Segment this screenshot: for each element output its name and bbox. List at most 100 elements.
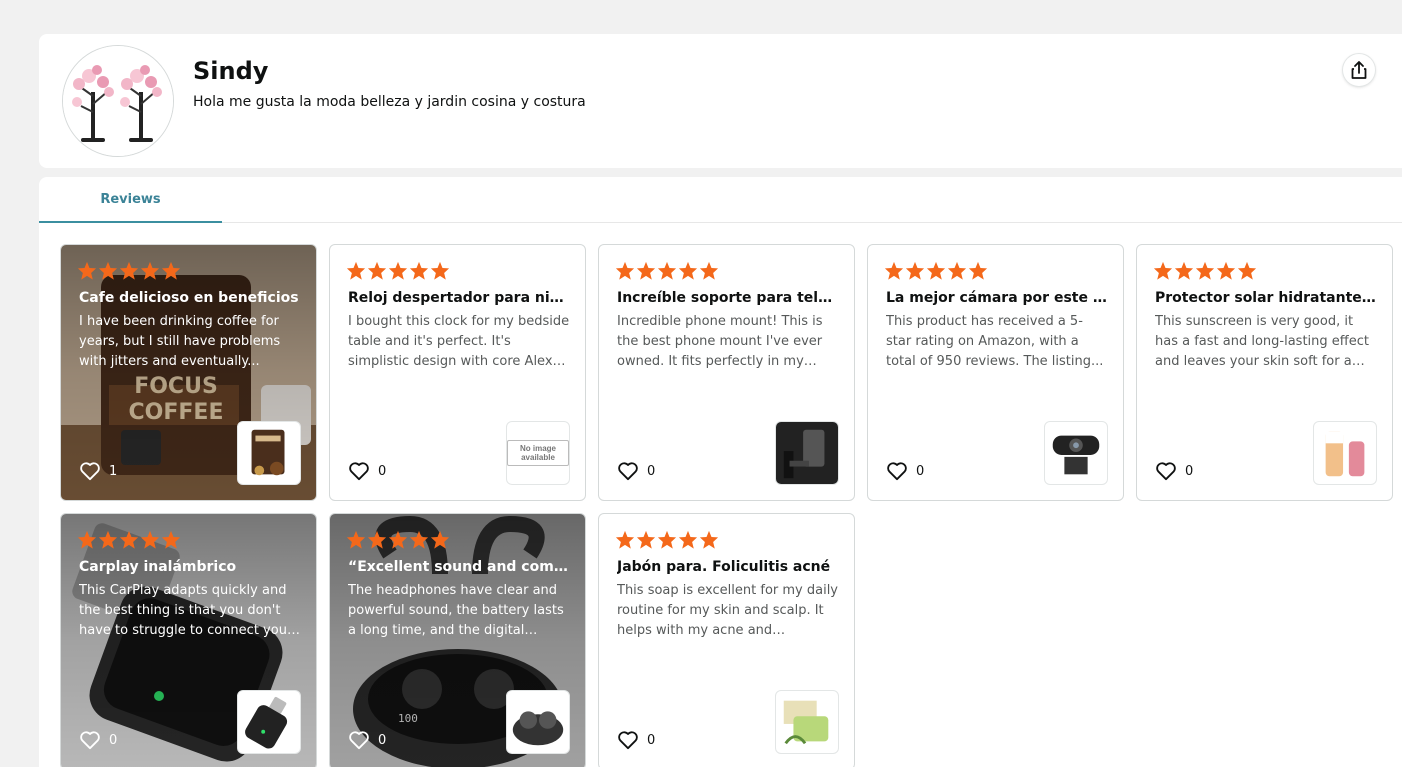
like-count: 0	[378, 732, 387, 748]
star-rating	[884, 261, 988, 280]
star-icon	[947, 261, 967, 280]
review-card[interactable]: Increíble soporte para teléfono Incredibl…	[598, 244, 855, 501]
review-card[interactable]: Reloj despertador para niños I bought thi…	[329, 244, 586, 501]
product-thumbnail[interactable]	[775, 421, 839, 485]
star-icon	[1174, 261, 1194, 280]
star-icon	[388, 530, 408, 549]
no-image-placeholder: No image available	[507, 440, 569, 466]
star-icon	[884, 261, 904, 280]
star-icon	[968, 261, 988, 280]
star-icon	[678, 261, 698, 280]
star-icon	[77, 530, 97, 549]
heart-icon	[618, 462, 638, 481]
like-button[interactable]: 0	[617, 461, 655, 481]
star-rating	[615, 261, 719, 280]
heart-icon	[887, 462, 907, 481]
review-card[interactable]: FOCUS COFFEE Cafe delicioso en beneficio…	[60, 244, 317, 501]
tab-bar: Reviews	[39, 177, 1402, 223]
star-icon	[615, 530, 635, 549]
heart-icon	[1156, 462, 1176, 481]
review-body: The headphones have clear and powerful s…	[348, 583, 564, 638]
star-icon	[699, 530, 719, 549]
product-thumbnail[interactable]	[237, 690, 301, 754]
star-icon	[657, 261, 677, 280]
review-card[interactable]: Protector solar hidratante para la piel T…	[1136, 244, 1393, 501]
like-count: 0	[916, 463, 925, 479]
star-rating	[77, 530, 181, 549]
star-icon	[140, 261, 160, 280]
review-title: “Excellent sound and comfort”	[348, 559, 570, 575]
review-body: Incredible phone mount! This is the best…	[617, 314, 823, 369]
like-button[interactable]: 0	[1155, 461, 1193, 481]
star-icon	[98, 261, 118, 280]
star-icon	[346, 261, 366, 280]
review-title: Protector solar hidratante para la piel	[1155, 290, 1377, 306]
star-icon	[409, 261, 429, 280]
product-thumbnail[interactable]	[506, 690, 570, 754]
star-icon	[926, 261, 946, 280]
review-card[interactable]: La mejor cámara por este precio This prod…	[867, 244, 1124, 501]
like-button[interactable]: 0	[79, 730, 117, 750]
review-title: Cafe delicioso en beneficios	[79, 290, 299, 306]
like-button[interactable]: 0	[348, 730, 386, 750]
review-card[interactable]: Carplay inalámbrico This CarPlay adapts q…	[60, 513, 317, 767]
like-button[interactable]: 0	[617, 730, 655, 750]
review-title: La mejor cámara por este precio	[886, 290, 1108, 306]
review-body: I have been drinking coffee for years, b…	[79, 314, 281, 369]
star-icon	[636, 261, 656, 280]
star-icon	[409, 530, 429, 549]
like-button[interactable]: 1	[79, 461, 117, 481]
review-title: Jabón para. Foliculitis acné	[617, 559, 831, 575]
star-icon	[905, 261, 925, 280]
share-icon	[1351, 61, 1367, 79]
review-body: This soap is excellent for my daily rout…	[617, 583, 838, 638]
review-card[interactable]: Jabón para. Foliculitis acné This soap is…	[598, 513, 855, 767]
product-thumbnail[interactable]	[237, 421, 301, 485]
like-button[interactable]: 0	[886, 461, 924, 481]
share-button[interactable]	[1343, 54, 1375, 86]
star-icon	[140, 530, 160, 549]
star-icon	[98, 530, 118, 549]
like-count: 0	[647, 463, 656, 479]
star-icon	[119, 261, 139, 280]
star-icon	[161, 530, 181, 549]
like-count: 0	[1185, 463, 1194, 479]
review-body: This product has received a 5-star ratin…	[886, 314, 1104, 369]
star-icon	[657, 530, 677, 549]
product-thumbnail[interactable]: No image available	[506, 421, 570, 485]
star-icon	[1153, 261, 1173, 280]
profile-name: Sindy	[193, 57, 269, 85]
product-thumbnail[interactable]	[1044, 421, 1108, 485]
star-icon	[699, 261, 719, 280]
like-count: 0	[109, 732, 118, 748]
star-icon	[678, 530, 698, 549]
product-thumbnail[interactable]	[775, 690, 839, 754]
star-icon	[161, 261, 181, 280]
review-title: Increíble soporte para teléfono	[617, 290, 839, 306]
heart-icon	[80, 731, 100, 750]
star-icon	[430, 530, 450, 549]
star-icon	[1216, 261, 1236, 280]
tab-reviews[interactable]: Reviews	[39, 177, 222, 223]
star-icon	[367, 261, 387, 280]
profile-avatar[interactable]	[62, 45, 174, 157]
product-thumbnail[interactable]	[1313, 421, 1377, 485]
review-body: This CarPlay adapts quickly and the best…	[79, 583, 293, 638]
profile-card: Sindy Hola me gusta la moda belleza y ja…	[39, 34, 1402, 168]
star-icon	[119, 530, 139, 549]
heart-icon	[618, 731, 638, 750]
heart-icon	[349, 731, 369, 750]
review-body: I bought this clock for my bedside table…	[348, 314, 570, 369]
star-icon	[367, 530, 387, 549]
star-rating	[615, 530, 719, 549]
heart-icon	[80, 462, 100, 481]
review-card[interactable]: 100 “Excellent sound and comfort”The hea…	[329, 513, 586, 767]
like-button[interactable]: 0	[348, 461, 386, 481]
like-count: 1	[109, 463, 118, 479]
star-rating	[346, 530, 450, 549]
star-icon	[77, 261, 97, 280]
heart-icon	[349, 462, 369, 481]
star-icon	[636, 530, 656, 549]
review-title: Reloj despertador para niños	[348, 290, 570, 306]
review-title: Carplay inalámbrico	[79, 559, 237, 575]
